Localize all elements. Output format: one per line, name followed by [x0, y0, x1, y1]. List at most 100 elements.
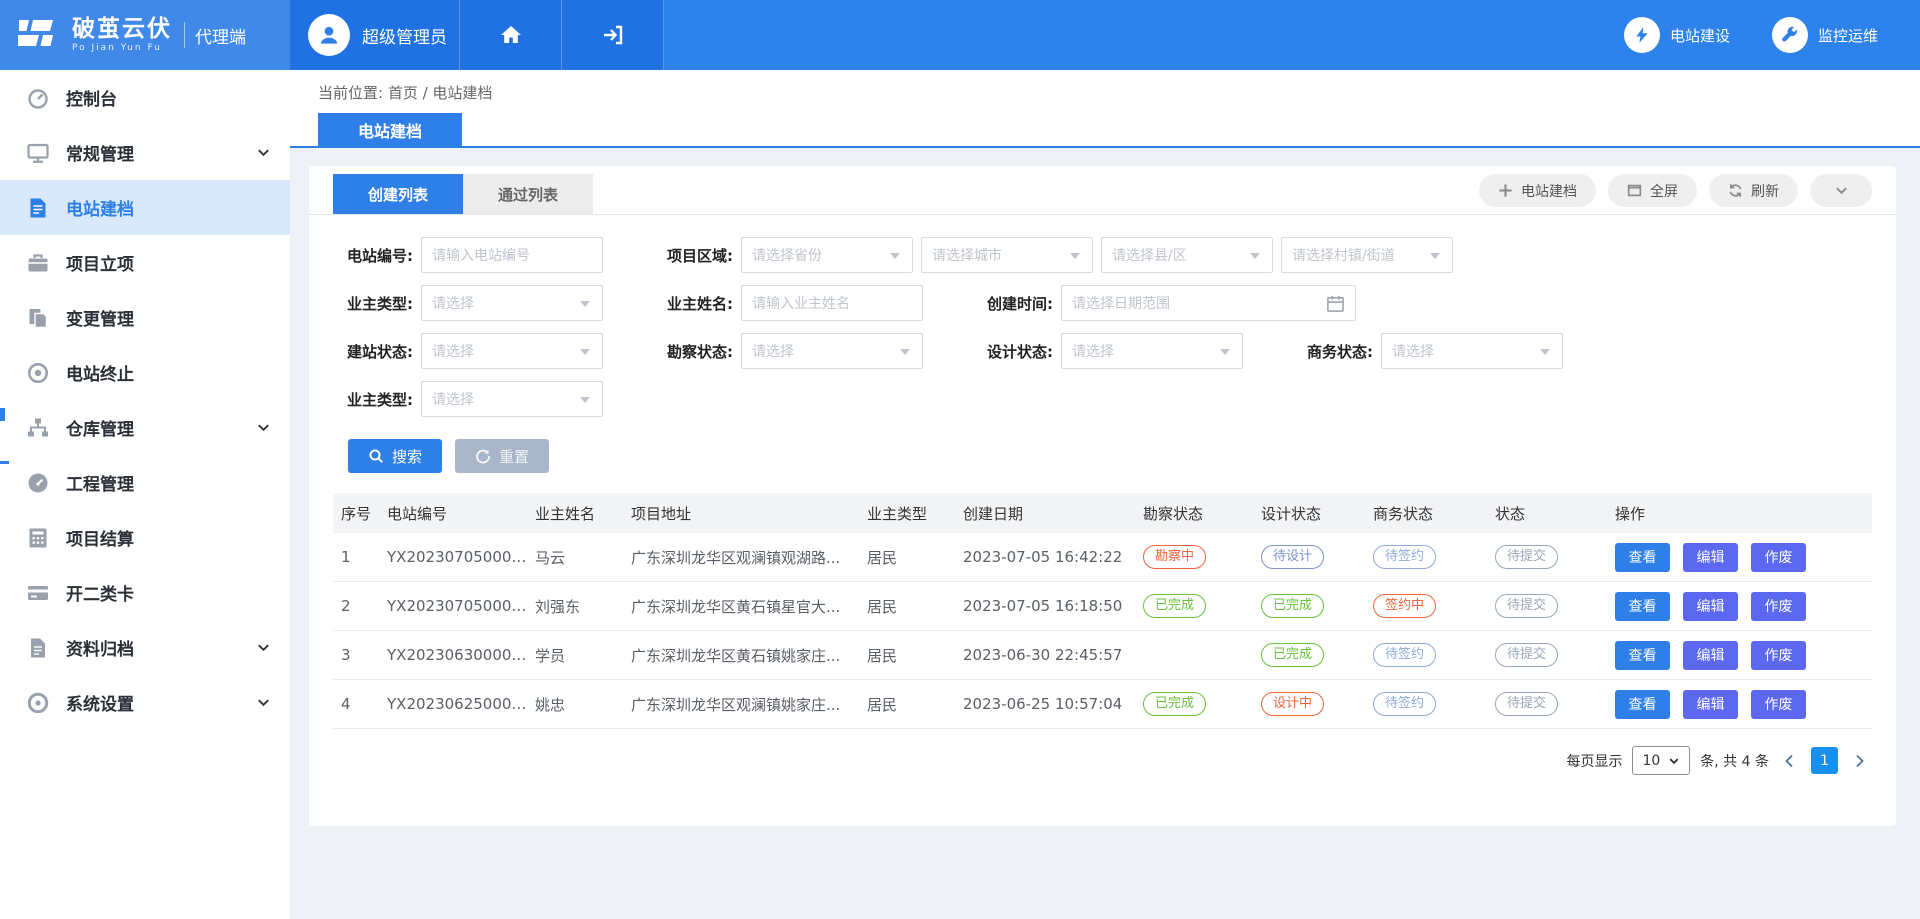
project-region-placeholder-3: 请选择县/区 [1112, 245, 1187, 265]
page-tab-station-archive[interactable]: 电站建档 [318, 113, 462, 146]
void-row-button[interactable]: 作废 [1751, 592, 1806, 621]
view-row-button[interactable]: 查看 [1615, 641, 1670, 670]
sidebar-item-project-mgmt[interactable]: 工程管理 [0, 455, 290, 510]
survey-status-select[interactable]: 请选择 [741, 333, 923, 369]
sidebar-item-file-archive[interactable]: 资料归档 [0, 620, 290, 675]
project-region-select-3[interactable]: 请选择县/区 [1101, 237, 1273, 273]
station-code-placeholder: 请输入电站编号 [432, 245, 530, 265]
sidebar-item-station-stop[interactable]: 电站终止 [0, 345, 290, 400]
tab-pass-list[interactable]: 通过列表 [463, 174, 593, 214]
sidebar-item-change-mgmt[interactable]: 变更管理 [0, 290, 290, 345]
project-region-select-2[interactable]: 请选择城市 [921, 237, 1093, 273]
user-menu[interactable]: 超级管理员 [290, 0, 460, 70]
filter-buttons: 搜索 重置 [309, 429, 1896, 473]
panel-card: 创建列表通过列表 电站建档全屏刷新 电站编号:请输入电站编号项目区域:请选择省份… [309, 166, 1896, 826]
business-status-placeholder: 请选择 [1392, 341, 1434, 361]
project-region-select-1[interactable]: 请选择省份 [741, 237, 913, 273]
nav-monitor-ops[interactable]: 监控运维 [1772, 0, 1878, 70]
sidebar-item-station-archive[interactable]: 电站建档 [0, 180, 290, 235]
edit-row-button[interactable]: 编辑 [1683, 690, 1738, 719]
sidebar-item-warehouse-mgmt[interactable]: 仓库管理 [0, 400, 290, 455]
home-button[interactable] [460, 0, 562, 70]
refresh-button-label: 刷新 [1751, 181, 1779, 201]
search-icon [368, 448, 384, 464]
copy-icon [26, 306, 50, 330]
edit-row-button[interactable]: 编辑 [1683, 641, 1738, 670]
edit-row-button[interactable]: 编辑 [1683, 543, 1738, 572]
prev-page-button[interactable] [1779, 750, 1801, 772]
topbar-spacer [664, 0, 1624, 70]
refresh-button[interactable]: 刷新 [1709, 174, 1798, 207]
page-size-select[interactable]: 10 [1632, 746, 1690, 775]
cell-ownerType: 居民 [859, 645, 955, 666]
row-actions: 查看编辑作废 [1607, 690, 1872, 719]
row-actions: 查看编辑作废 [1607, 543, 1872, 572]
station-code-input[interactable]: 请输入电站编号 [421, 237, 603, 273]
cell-status-status: 待提交 [1487, 545, 1607, 569]
view-row-button[interactable]: 查看 [1615, 543, 1670, 572]
project-region-select-4[interactable]: 请选择村镇/街道 [1281, 237, 1453, 273]
reset-icon [475, 448, 491, 464]
collapse-button[interactable] [1810, 174, 1872, 207]
void-row-button[interactable]: 作废 [1751, 690, 1806, 719]
owner-type-2-select[interactable]: 请选择 [421, 381, 603, 417]
page-size-label: 每页显示 [1566, 751, 1622, 771]
filter-field-owner-type-2: 业主类型:请选择 [333, 381, 603, 417]
filter-field-survey-status: 勘察状态:请选择 [653, 333, 923, 369]
refresh-icon [1728, 183, 1743, 198]
current-page-button[interactable]: 1 [1811, 747, 1838, 774]
pagination: 每页显示 10 条, 共 4 条 1 [309, 746, 1870, 775]
sidebar-item-project-settle[interactable]: 项目结算 [0, 510, 290, 565]
sidebar-item-open-card[interactable]: 开二类卡 [0, 565, 290, 620]
nav-monitor-ops-label: 监控运维 [1818, 25, 1878, 46]
filter-field-owner-type: 业主类型:请选择 [333, 285, 603, 321]
cell-address: 广东深圳龙华区观澜镇姚家庄... [623, 694, 859, 715]
sidebar-item-console[interactable]: 控制台 [0, 70, 290, 125]
cell-status-status: 待提交 [1487, 594, 1607, 618]
add-station-button[interactable]: 电站建档 [1479, 174, 1596, 207]
search-button[interactable]: 搜索 [348, 439, 442, 473]
logout-button[interactable] [562, 0, 664, 70]
calendar-icon [1326, 294, 1345, 313]
file-icon [26, 636, 50, 660]
table-row: 4YX2023062500004姚忠广东深圳龙华区观澜镇姚家庄...居民2023… [333, 680, 1872, 729]
column-header: 序号 [333, 503, 379, 524]
owner-name-input[interactable]: 请输入业主姓名 [741, 285, 923, 321]
cell-seq: 1 [333, 548, 379, 566]
filter-field-station-code: 电站编号:请输入电站编号 [333, 237, 603, 273]
sidebar: 控制台常规管理电站建档项目立项变更管理电站终止仓库管理工程管理项目结算开二类卡资… [0, 70, 290, 919]
view-row-button[interactable]: 查看 [1615, 690, 1670, 719]
sidebar-item-system-settings[interactable]: 系统设置 [0, 675, 290, 730]
sitemap-icon [26, 416, 50, 440]
project-region-placeholder-2: 请选择城市 [932, 245, 1002, 265]
fullscreen-button[interactable]: 全屏 [1608, 174, 1697, 207]
status-badge: 待提交 [1495, 545, 1558, 569]
create-time-input[interactable]: 请选择日期范围 [1061, 285, 1356, 321]
edit-row-button[interactable]: 编辑 [1683, 592, 1738, 621]
owner-type-select[interactable]: 请选择 [421, 285, 603, 321]
brand-mark-icon [16, 17, 62, 53]
tab-create-list[interactable]: 创建列表 [333, 174, 463, 214]
status-badge: 签约中 [1373, 594, 1436, 618]
column-header: 勘察状态 [1135, 503, 1253, 524]
design-status-select[interactable]: 请选择 [1061, 333, 1243, 369]
sidebar-item-regular-mgmt[interactable]: 常规管理 [0, 125, 290, 180]
brand-name: 破茧云伏 [72, 17, 172, 42]
view-row-button[interactable]: 查看 [1615, 592, 1670, 621]
nav-station-build[interactable]: 电站建设 [1624, 0, 1730, 70]
cell-created: 2023-07-05 16:42:22 [955, 548, 1135, 566]
build-status-select[interactable]: 请选择 [421, 333, 603, 369]
select-arrow-icon [580, 349, 590, 355]
reset-button[interactable]: 重置 [455, 439, 549, 473]
select-arrow-icon [1070, 253, 1080, 259]
sidebar-item-project-setup[interactable]: 项目立项 [0, 235, 290, 290]
content-body: 创建列表通过列表 电站建档全屏刷新 电站编号:请输入电站编号项目区域:请选择省份… [290, 148, 1920, 826]
void-row-button[interactable]: 作废 [1751, 641, 1806, 670]
sidebar-item-label: 项目立项 [66, 250, 272, 275]
business-status-select[interactable]: 请选择 [1381, 333, 1563, 369]
filter-row: 建站状态:请选择勘察状态:请选择设计状态:请选择商务状态:请选择 [333, 333, 1872, 369]
next-page-button[interactable] [1848, 750, 1870, 772]
select-arrow-icon [1250, 253, 1260, 259]
void-row-button[interactable]: 作废 [1751, 543, 1806, 572]
cell-design-status: 待设计 [1253, 545, 1365, 569]
